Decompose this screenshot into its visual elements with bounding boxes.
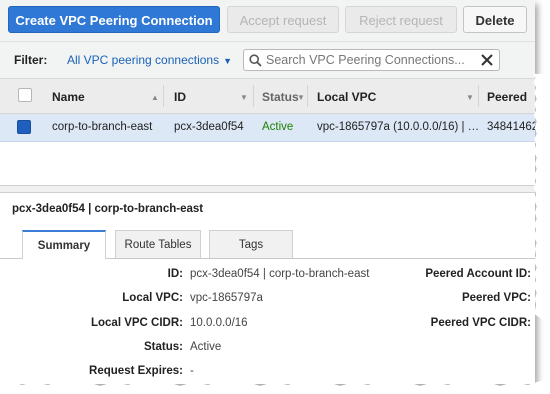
- cell-status: Active: [262, 121, 294, 133]
- field-value-request-expires: -: [190, 365, 194, 377]
- field-label-status: Status:: [144, 341, 183, 353]
- vpc-peering-console: Create VPC Peering Connection Accept req…: [0, 0, 535, 384]
- column-header-status[interactable]: Status: [262, 90, 299, 104]
- field-label-local-vpc: Local VPC:: [122, 292, 183, 304]
- field-label-id: ID:: [167, 268, 183, 280]
- cell-id: pcx-3dea0f54: [174, 121, 244, 133]
- field-label-peered-vpc: Peered VPC:: [461, 292, 531, 304]
- details-title: pcx-3dea0f54 | corp-to-branch-east: [12, 203, 204, 215]
- cell-peered: 34841462: [487, 121, 535, 133]
- field-value-local-vpc: vpc-1865797a: [190, 292, 263, 304]
- column-divider: [478, 85, 479, 107]
- sort-icon[interactable]: ▼: [466, 93, 474, 102]
- grid-header: Name ▲ ID ▼ Status ▼ Local VPC ▼ Peered: [0, 79, 535, 114]
- search-placeholder: Search VPC Peering Connections...: [266, 53, 465, 67]
- field-label-local-vpc-cidr: Local VPC CIDR:: [90, 317, 183, 329]
- accept-request-button[interactable]: Accept request: [227, 6, 339, 33]
- sort-icon[interactable]: ▼: [297, 93, 305, 102]
- column-divider: [253, 85, 254, 107]
- create-vpc-peering-button[interactable]: Create VPC Peering Connection: [8, 6, 220, 33]
- filter-label: Filter:: [14, 53, 48, 67]
- delete-button[interactable]: Delete: [463, 6, 527, 33]
- torn-edge-right: [533, 73, 543, 321]
- column-header-id[interactable]: ID: [174, 90, 186, 104]
- chevron-down-icon: ▼: [223, 56, 233, 66]
- column-divider: [307, 85, 308, 107]
- tab-route-tables[interactable]: Route Tables: [115, 230, 201, 258]
- tab-tags[interactable]: Tags: [209, 230, 293, 258]
- field-label-peered-account-id: Peered Account ID:: [425, 268, 531, 280]
- toolbar: Create VPC Peering Connection Accept req…: [0, 0, 535, 42]
- filter-dropdown[interactable]: All VPC peering connections ▼: [67, 53, 232, 67]
- table-row[interactable]: corp-to-branch-east pcx-3dea0f54 Active …: [0, 114, 535, 142]
- sort-ascending-icon[interactable]: ▲: [151, 93, 159, 102]
- search-icon: [249, 54, 262, 67]
- clear-search-icon[interactable]: [481, 54, 493, 66]
- column-header-local-vpc[interactable]: Local VPC: [317, 90, 376, 104]
- tab-summary[interactable]: Summary: [22, 230, 106, 259]
- field-value-id: pcx-3dea0f54 | corp-to-branch-east: [190, 268, 370, 280]
- torn-edge-bottom: [0, 381, 550, 394]
- pane-splitter[interactable]: [0, 185, 535, 193]
- column-divider: [163, 85, 164, 107]
- filter-dropdown-value: All VPC peering connections: [67, 53, 220, 67]
- grid-empty-area: [0, 142, 535, 184]
- search-input[interactable]: Search VPC Peering Connections...: [243, 49, 500, 71]
- reject-request-button[interactable]: Reject request: [345, 6, 457, 33]
- column-header-name[interactable]: Name: [52, 90, 85, 104]
- field-value-local-vpc-cidr: 10.0.0.0/16: [190, 317, 248, 329]
- column-header-peered[interactable]: Peered: [487, 90, 527, 104]
- filter-bar: Filter: All VPC peering connections ▼ Sea…: [0, 42, 535, 79]
- row-checkbox[interactable]: [17, 120, 31, 134]
- field-label-peered-vpc-cidr: Peered VPC CIDR:: [430, 317, 531, 329]
- cell-local-vpc: vpc-1865797a (10.0.0.0/16) | …: [317, 121, 480, 133]
- details-tabs: Summary Route Tables Tags: [0, 230, 535, 259]
- select-all-checkbox[interactable]: [18, 88, 32, 102]
- field-value-status: Active: [190, 341, 222, 353]
- cell-name: corp-to-branch-east: [52, 121, 153, 133]
- field-label-request-expires: Request Expires:: [89, 365, 183, 377]
- sort-icon[interactable]: ▼: [240, 93, 248, 102]
